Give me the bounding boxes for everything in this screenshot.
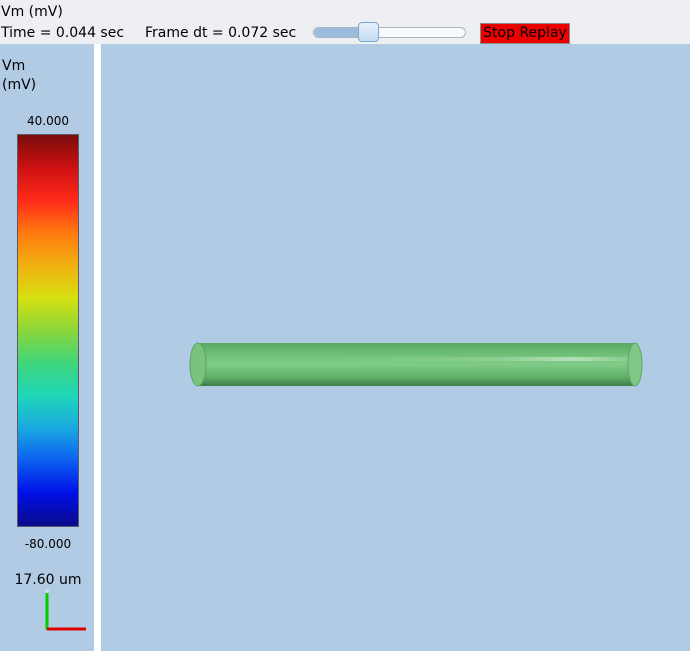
colorbar-panel: Vm (mV) 40.000 -80.000 17.60 um xyxy=(0,44,94,651)
colorbar-title: Vm (mV) xyxy=(2,57,36,95)
splitter[interactable] xyxy=(94,44,101,651)
time-slider-handle[interactable] xyxy=(358,22,380,42)
compartment-render xyxy=(189,342,643,387)
toolbar: Vm (mV) Time = 0.044 sec Frame dt = 0.07… xyxy=(0,0,690,44)
cylinder-body xyxy=(198,343,635,386)
cylinder-compartment[interactable] xyxy=(189,342,643,387)
3d-viewport[interactable] xyxy=(101,44,690,651)
scale-bar-label: 17.60 um xyxy=(14,572,82,588)
time-slider[interactable] xyxy=(313,22,466,42)
colorbar-gradient xyxy=(17,134,79,527)
colorbar-title-quantity: Vm xyxy=(2,58,26,74)
y-axis-tip xyxy=(45,589,49,593)
colorbar-min-label: -80.000 xyxy=(24,537,72,551)
plot-title: Vm (mV) xyxy=(1,4,63,20)
frame-dt-readout: Frame dt = 0.072 sec xyxy=(145,25,297,41)
cylinder-end-cap-left xyxy=(189,342,207,387)
colorbar-max-label: 40.000 xyxy=(27,114,69,128)
axes-triad-icon xyxy=(45,589,86,631)
cylinder-end-cap-right xyxy=(627,342,643,387)
time-readout: Time = 0.044 sec xyxy=(1,25,125,41)
colorbar-title-unit: (mV) xyxy=(2,77,37,93)
stop-replay-button[interactable]: Stop Replay xyxy=(480,23,570,44)
cylinder-highlight xyxy=(341,357,631,361)
